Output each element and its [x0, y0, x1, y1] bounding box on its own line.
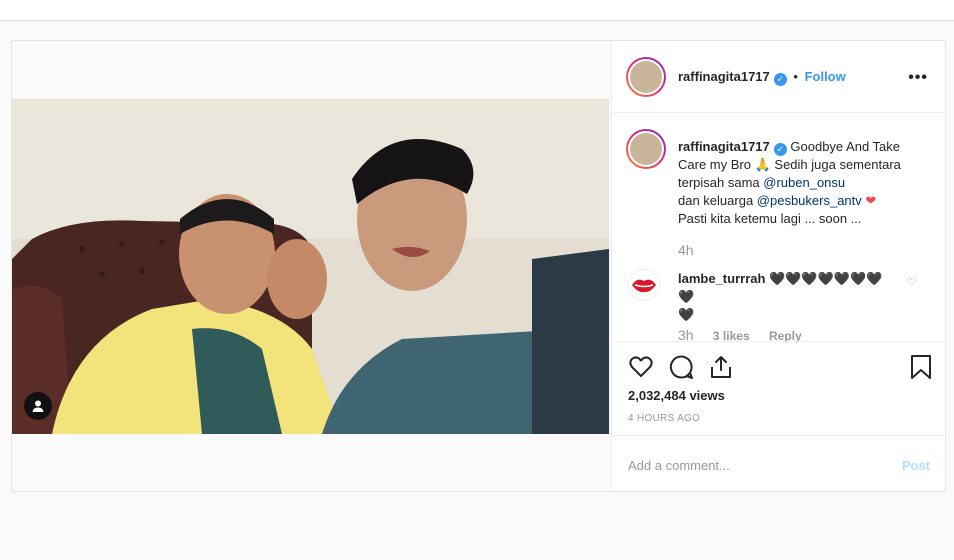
- verified-badge-icon: ✓: [773, 73, 787, 86]
- post-timestamp[interactable]: 4 HOURS AGO: [628, 413, 700, 424]
- tagged-users-button[interactable]: [24, 392, 52, 420]
- mention-link-ruben[interactable]: @ruben_onsu: [763, 175, 845, 190]
- caption-author-avatar[interactable]: [626, 129, 666, 169]
- header-separator: •: [793, 69, 798, 84]
- commenter-avatar[interactable]: [628, 269, 660, 301]
- share-icon[interactable]: [708, 354, 734, 380]
- comment-body-continued: 🖤: [678, 307, 695, 322]
- action-bar: 2,032,484 views 4 HOURS AGO: [612, 341, 946, 435]
- post-sidebar: raffinagita1717 ✓ • Follow ••• raffinagit…: [611, 41, 946, 491]
- caption-text-3: dan keluarga: [678, 193, 754, 208]
- user-icon: [32, 400, 44, 412]
- heart-icon[interactable]: [628, 354, 654, 380]
- view-count[interactable]: 2,032,484 views: [628, 388, 725, 403]
- verified-badge-icon: ✓: [773, 143, 787, 156]
- caption-text-4: Pasti kita ketemu lagi ... soon ...: [678, 211, 862, 226]
- author-avatar[interactable]: [626, 57, 666, 97]
- pray-emoji: 🙏: [754, 157, 771, 172]
- video-frame-illustration: [12, 99, 609, 434]
- media-area: [12, 41, 611, 491]
- add-comment-input[interactable]: Add a comment...: [628, 458, 730, 473]
- header-user-line: raffinagita1717 ✓ • Follow: [678, 69, 846, 86]
- bookmark-icon[interactable]: [908, 354, 934, 380]
- lips-icon: [632, 279, 656, 293]
- comment-like-heart-icon[interactable]: ♡: [906, 275, 917, 289]
- add-comment-bar: Add a comment... Post: [612, 435, 946, 491]
- author-username[interactable]: raffinagita1717: [678, 69, 770, 84]
- comment-icon[interactable]: [668, 354, 694, 380]
- follow-button[interactable]: Follow: [805, 69, 846, 84]
- comment-text: lambe_turrrah 🖤🖤🖤🖤🖤🖤🖤🖤 🖤: [678, 270, 888, 324]
- post-video[interactable]: [12, 99, 609, 434]
- top-navigation-bar: [0, 0, 954, 21]
- red-heart-emoji: ❤: [865, 193, 877, 208]
- post-header: raffinagita1717 ✓ • Follow •••: [612, 41, 946, 113]
- comments-area: raffinagita1717 ✓ Goodbye And Take Care m…: [612, 113, 946, 343]
- caption: raffinagita1717 ✓ Goodbye And Take Care m…: [678, 138, 908, 228]
- more-options-icon[interactable]: •••: [908, 69, 928, 87]
- commenter-username[interactable]: lambe_turrrah: [678, 271, 765, 286]
- caption-username[interactable]: raffinagita1717: [678, 139, 770, 154]
- avatar-image: [628, 59, 664, 95]
- avatar-image: [628, 131, 664, 167]
- mention-link-pesbukers[interactable]: @pesbukers_antv: [757, 193, 862, 208]
- post-comment-button[interactable]: Post: [902, 458, 930, 473]
- post-container: raffinagita1717 ✓ • Follow ••• raffinagit…: [11, 40, 946, 492]
- caption-timestamp[interactable]: 4h: [678, 242, 694, 258]
